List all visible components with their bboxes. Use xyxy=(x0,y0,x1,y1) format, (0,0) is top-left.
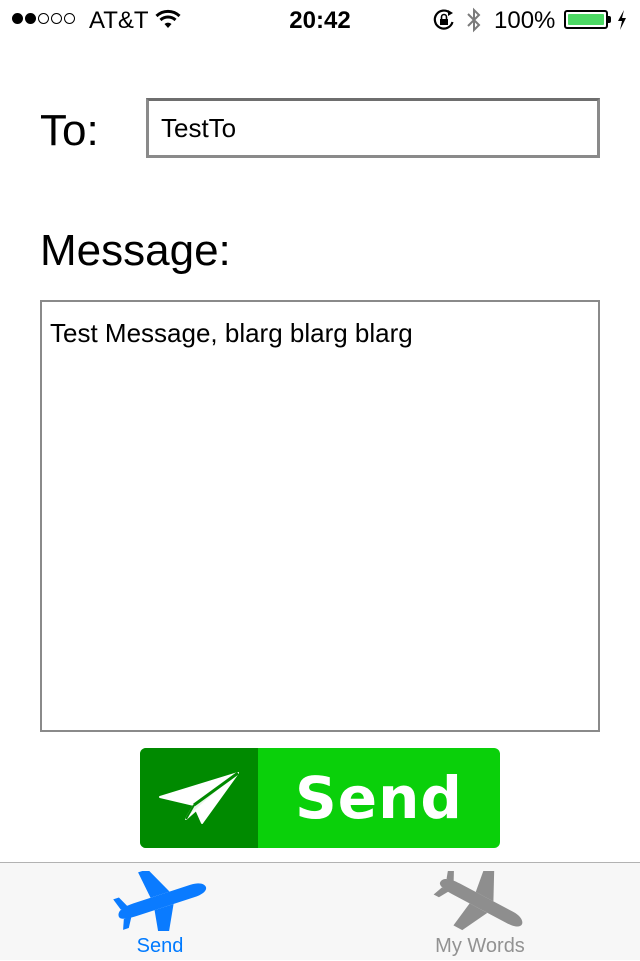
send-button-label: Send xyxy=(295,764,463,832)
paper-plane-icon xyxy=(140,748,258,848)
airplane-landing-icon xyxy=(320,871,640,933)
battery-nub xyxy=(608,16,611,23)
tab-my-words-label: My Words xyxy=(435,935,525,957)
charging-bolt-icon xyxy=(616,9,628,38)
tab-send-label: Send xyxy=(136,935,184,957)
tab-send[interactable]: Send xyxy=(0,863,320,961)
to-label: To: xyxy=(40,106,99,155)
message-label: Message: xyxy=(40,226,231,275)
status-bar: AT&T 20:42 100% xyxy=(0,0,640,40)
tab-my-words[interactable]: My Words xyxy=(320,863,640,961)
to-field[interactable] xyxy=(146,98,600,158)
bluetooth-icon xyxy=(466,6,482,41)
battery-icon xyxy=(564,10,608,29)
message-field[interactable]: Test Message, blarg blarg blarg xyxy=(40,300,600,732)
tab-bar: Send My Words xyxy=(0,862,640,960)
battery-percent: 100% xyxy=(494,7,556,34)
rotation-lock-icon xyxy=(432,9,456,38)
airplane-takeoff-icon xyxy=(0,871,320,931)
send-button[interactable]: Send xyxy=(140,748,500,848)
